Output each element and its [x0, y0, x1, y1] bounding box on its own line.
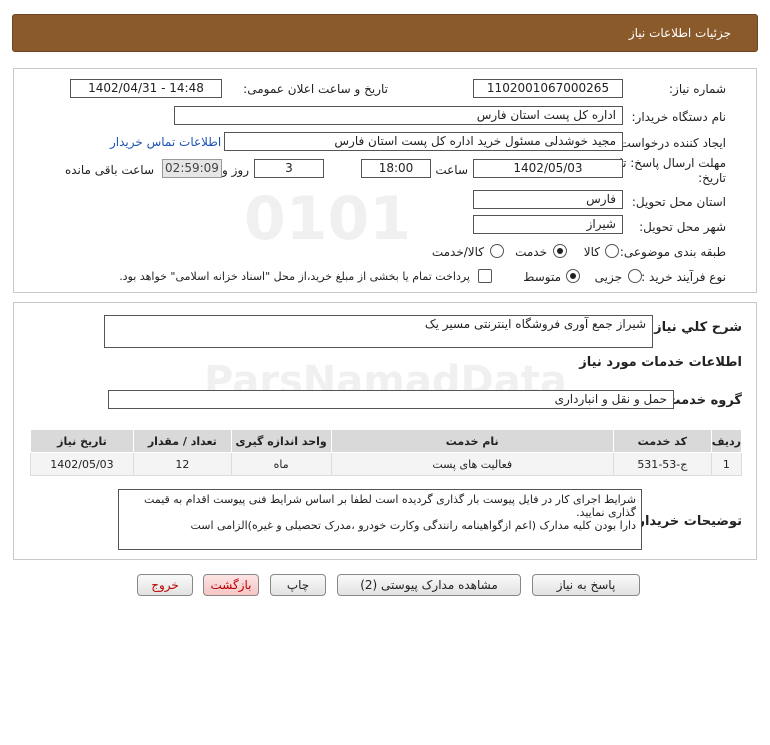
cell-qty: 12 — [132, 452, 232, 476]
city-label: شهر محل تحویل: — [639, 220, 726, 234]
deadline-date-field: 1402/05/03 — [473, 159, 623, 178]
deadline-date-label: تاریخ: — [698, 171, 726, 185]
creator-field: مجید خوشدلی مسئول خرید اداره کل پست استا… — [224, 132, 623, 151]
need-detail-panel: ParsNamadData شرح کلي نیاز: شیراز جمع آو… — [13, 302, 757, 560]
need-number-label: شماره نیاز: — [669, 82, 726, 96]
cell-row: 1 — [710, 452, 743, 476]
services-table: ردیف کد خدمت نام خدمت واحد اندازه گیری ت… — [30, 429, 743, 476]
category-label: طبقه بندی موضوعی: — [619, 245, 726, 259]
buyer-org-label: نام دستگاه خریدار: — [631, 110, 727, 124]
buyer-notes-field: شرایط اجرای کار در فایل پیوست بار گذاری … — [118, 489, 642, 550]
service-group-field: حمل و نقل و انبارداری — [108, 390, 674, 409]
col-unit: واحد اندازه گیری — [230, 429, 332, 453]
process-label: نوع فرآیند خرید : — [641, 270, 726, 284]
need-info-panel: 0101 شماره نیاز: 1102001067000265 تاریخ … — [13, 68, 757, 293]
buyer-contact-link[interactable]: اطلاعات تماس خریدار — [110, 135, 221, 149]
reply-button[interactable]: پاسخ به نیاز — [532, 574, 640, 596]
days-label: روز و — [222, 163, 249, 177]
treasury-payment-checkbox[interactable] — [478, 269, 492, 283]
cell-date: 1402/05/03 — [30, 452, 134, 476]
summary-field: شیراز جمع آوری فروشگاه اینترنتی مسیر یک — [104, 315, 653, 348]
process-minor-label: جزیی — [594, 270, 622, 284]
process-medium-radio[interactable] — [566, 269, 580, 283]
col-code: کد خدمت — [612, 429, 712, 453]
deadline-label: مهلت ارسال پاسخ: تا — [619, 156, 726, 170]
need-number-field: 1102001067000265 — [473, 79, 623, 98]
attachments-button[interactable]: مشاهده مدارک پیوستی (2) — [337, 574, 521, 596]
announce-label: تاریخ و ساعت اعلان عمومی: — [243, 82, 388, 96]
category-goods-label: کالا — [583, 245, 600, 259]
buyer-org-field: اداره کل پست استان فارس — [174, 106, 623, 125]
service-group-label: گروه خدمت: — [662, 393, 742, 408]
print-button[interactable]: چاپ — [270, 574, 326, 596]
time-label: ساعت — [435, 163, 468, 177]
category-goods-radio[interactable] — [605, 244, 619, 258]
remaining-time: 02:59:09 — [162, 159, 222, 178]
table-row: 1 ج-53-531 فعالیت های پست ماه 12 1402/05… — [30, 452, 743, 476]
province-field: فارس — [473, 190, 623, 209]
buyer-notes-label: توضیحات خریدار: — [632, 514, 742, 529]
category-goods-service-radio[interactable] — [490, 244, 504, 258]
days-field: 3 — [254, 159, 324, 178]
col-row: ردیف — [710, 429, 743, 453]
category-goods-service-label: کالا/خدمت — [431, 245, 484, 259]
buyer-notes-text: شرایط اجرای کار در فایل پیوست بار گذاری … — [144, 493, 636, 532]
announce-field: 1402/04/31 - 14:48 — [70, 79, 222, 98]
cell-code: ج-53-531 — [612, 452, 712, 476]
process-medium-label: متوسط — [523, 270, 561, 284]
page-title: جزئیات اطلاعات نیاز — [628, 26, 731, 40]
cell-name: فعالیت های پست — [330, 452, 614, 476]
services-title: اطلاعات خدمات مورد نیاز — [579, 355, 742, 370]
services-table-wrap: ردیف کد خدمت نام خدمت واحد اندازه گیری ت… — [14, 429, 758, 481]
summary-label: شرح کلي نیاز: — [648, 320, 742, 335]
page-header: جزئیات اطلاعات نیاز — [12, 14, 758, 52]
col-name: نام خدمت — [330, 429, 614, 453]
city-field: شیراز — [473, 215, 623, 234]
remaining-label: ساعت باقی مانده — [64, 163, 154, 177]
process-minor-radio[interactable] — [628, 269, 642, 283]
exit-button[interactable]: خروج — [137, 574, 193, 596]
table-header-row: ردیف کد خدمت نام خدمت واحد اندازه گیری ت… — [30, 429, 743, 453]
cell-unit: ماه — [230, 452, 332, 476]
payment-note: پرداخت تمام یا بخشی از مبلغ خرید،از محل … — [119, 270, 470, 283]
category-service-label: خدمت — [515, 245, 547, 259]
col-date: تاریخ نیاز — [30, 429, 134, 453]
category-service-radio[interactable] — [553, 244, 567, 258]
creator-label: ایجاد کننده درخواست: — [615, 136, 726, 150]
back-button[interactable]: بازگشت — [203, 574, 259, 596]
watermark-logo: 0101 — [244, 184, 411, 254]
deadline-time-field: 18:00 — [361, 159, 431, 178]
province-label: استان محل تحویل: — [631, 195, 726, 209]
col-qty: تعداد / مقدار — [132, 429, 232, 453]
